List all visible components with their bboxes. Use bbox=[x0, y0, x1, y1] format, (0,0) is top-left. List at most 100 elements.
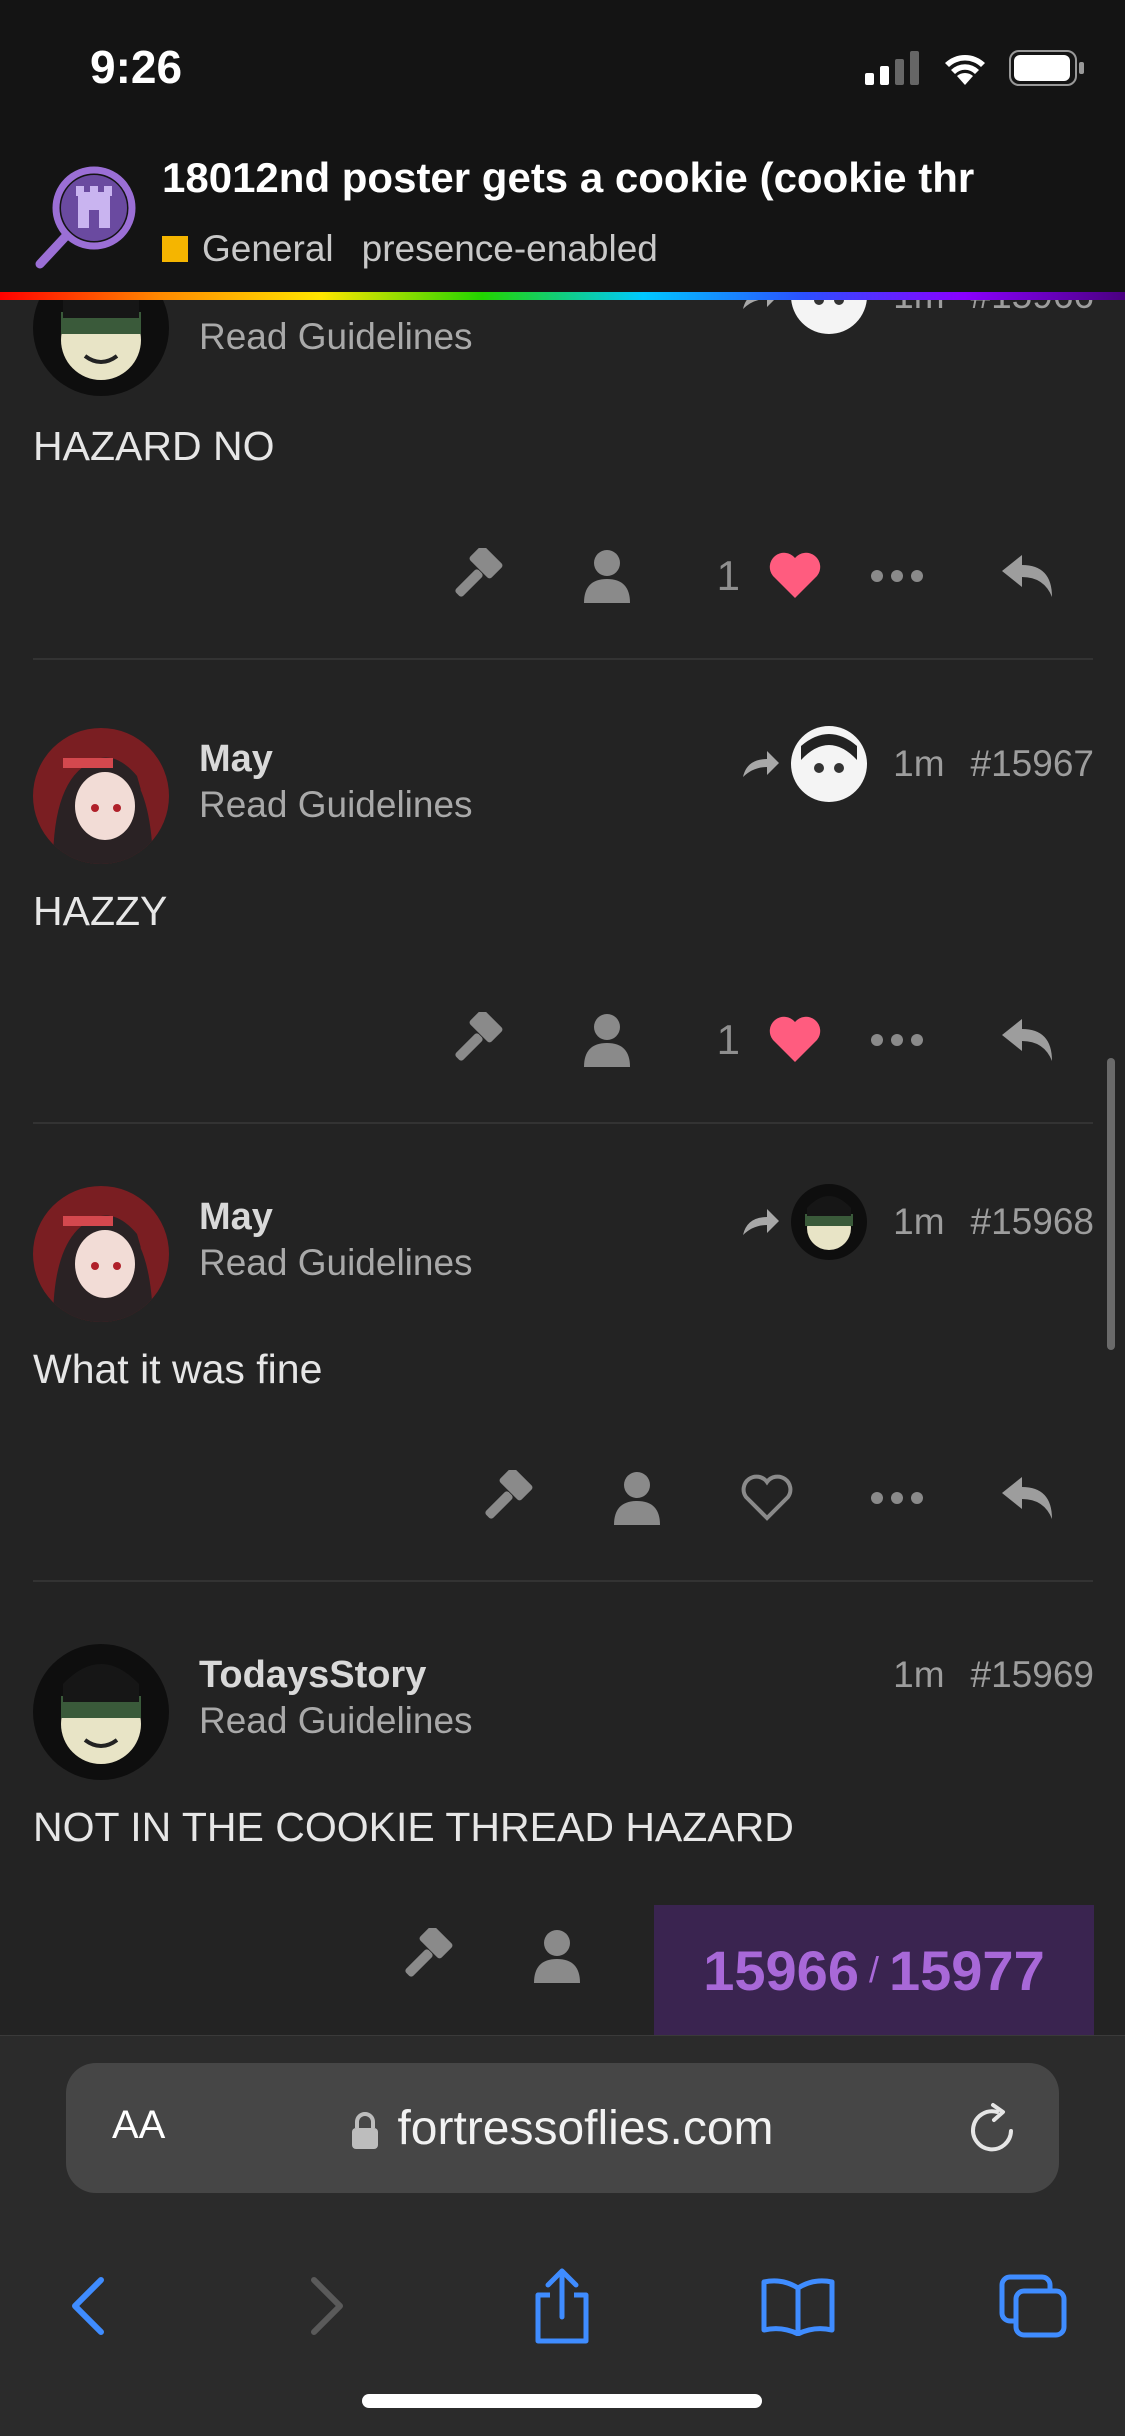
ellipsis-icon bbox=[871, 1034, 923, 1046]
timeline-separator: / bbox=[868, 1949, 879, 1990]
timeline-counter-button[interactable]: 15966 / 15977 bbox=[654, 1905, 1094, 2035]
post-meta: 1m #15967 bbox=[741, 726, 1094, 802]
post-divider bbox=[33, 658, 1093, 660]
user-button[interactable] bbox=[542, 1000, 672, 1080]
like-button[interactable] bbox=[702, 1458, 832, 1538]
address-bar[interactable]: AA fortressoflies.com bbox=[66, 2063, 1059, 2193]
category-badge[interactable]: General bbox=[162, 228, 334, 270]
post-username[interactable]: May bbox=[199, 1196, 273, 1239]
user-icon bbox=[584, 550, 630, 603]
like-count[interactable]: 1 bbox=[717, 1016, 740, 1064]
post-body: What it was fine bbox=[33, 1346, 323, 1392]
user-button[interactable] bbox=[542, 536, 672, 616]
status-icons bbox=[865, 50, 1085, 86]
user-button[interactable] bbox=[572, 1458, 702, 1538]
topic-meta: General presence-enabled bbox=[162, 228, 658, 270]
tabs-icon bbox=[999, 2274, 1067, 2338]
post-username[interactable]: May bbox=[199, 738, 273, 781]
more-options-button[interactable] bbox=[832, 536, 962, 616]
post-age[interactable]: 1m bbox=[893, 743, 944, 785]
moderator-hammer-button[interactable] bbox=[442, 1458, 572, 1538]
home-indicator[interactable] bbox=[362, 2394, 762, 2408]
ellipsis-icon bbox=[871, 570, 923, 582]
post-meta: 1m #15966 bbox=[741, 300, 1094, 334]
hammer-icon bbox=[485, 1470, 533, 1519]
lock-icon bbox=[352, 2112, 379, 2150]
avatar[interactable] bbox=[33, 300, 169, 396]
reply-button[interactable] bbox=[962, 536, 1092, 616]
reload-icon[interactable] bbox=[967, 2101, 1019, 2155]
reply-button[interactable] bbox=[962, 1458, 1092, 1538]
post: Read Guidelines 1m #15966 HAZARD NO 1 bbox=[0, 300, 1125, 660]
category-label: General bbox=[202, 228, 334, 269]
site-logo-castle-magnifier-icon[interactable] bbox=[32, 160, 142, 270]
post-number[interactable]: #15969 bbox=[971, 1654, 1094, 1696]
heart-filled-icon bbox=[769, 552, 821, 598]
post-age[interactable]: 1m bbox=[893, 1201, 944, 1243]
timeline-total-posts: 15977 bbox=[889, 1938, 1045, 2002]
forward-button[interactable] bbox=[283, 2266, 373, 2346]
post-meta: 1m #15968 bbox=[741, 1184, 1094, 1260]
user-button[interactable] bbox=[492, 1916, 622, 1996]
tabs-button[interactable] bbox=[988, 2266, 1078, 2346]
post-username[interactable]: TodaysStory bbox=[199, 1654, 426, 1697]
reply-arrow-icon bbox=[1002, 1019, 1052, 1061]
browser-nav-bar bbox=[0, 2236, 1125, 2376]
reply-to-arrow-icon bbox=[743, 751, 780, 777]
avatar[interactable] bbox=[33, 1644, 169, 1780]
moderator-hammer-button[interactable] bbox=[412, 1000, 542, 1080]
post-body: NOT IN THE COOKIE THREAD HAZARD bbox=[33, 1804, 794, 1850]
post-user-title: Read Guidelines bbox=[199, 1242, 473, 1283]
post-user-title: Read Guidelines bbox=[199, 784, 473, 825]
moderator-hammer-button[interactable] bbox=[362, 1916, 492, 1996]
back-button[interactable] bbox=[42, 2266, 132, 2346]
more-options-button[interactable] bbox=[832, 1458, 962, 1538]
post: May Read Guidelines 1m #15968 What it wa… bbox=[0, 1128, 1125, 1588]
avatar[interactable] bbox=[33, 1186, 169, 1322]
reply-to-indicator[interactable] bbox=[741, 726, 868, 802]
reply-button[interactable] bbox=[962, 1000, 1092, 1080]
ellipsis-icon bbox=[871, 1492, 923, 1504]
heart-filled-icon bbox=[769, 1016, 821, 1062]
header-rainbow-divider bbox=[0, 292, 1125, 300]
wifi-icon bbox=[945, 55, 985, 85]
browser-toolbar: AA fortressoflies.com bbox=[0, 2035, 1125, 2436]
category-color-square bbox=[162, 236, 188, 262]
post-user-title: Read Guidelines bbox=[199, 1700, 473, 1741]
hammer-icon bbox=[455, 548, 503, 597]
post-body: HAZARD NO bbox=[33, 423, 275, 469]
status-time: 9:26 bbox=[90, 41, 183, 93]
reply-arrow-icon bbox=[1002, 1477, 1052, 1519]
topic-tag[interactable]: presence-enabled bbox=[362, 228, 658, 270]
like-count[interactable]: 1 bbox=[717, 552, 740, 600]
moderator-hammer-button[interactable] bbox=[412, 536, 542, 616]
chevron-right-icon bbox=[311, 2277, 343, 2335]
scroll-indicator[interactable] bbox=[1107, 1058, 1115, 1350]
reply-to-avatar bbox=[791, 726, 868, 802]
topic-title[interactable]: 18012nd poster gets a cookie (cookie thr bbox=[162, 154, 1092, 202]
post-actions: 1 bbox=[412, 536, 1092, 616]
reply-to-indicator[interactable] bbox=[741, 300, 868, 334]
share-button[interactable] bbox=[517, 2266, 607, 2346]
post-actions: 1 bbox=[412, 1000, 1092, 1080]
post-number[interactable]: #15968 bbox=[971, 1201, 1094, 1243]
like-button[interactable]: 1 bbox=[672, 1016, 832, 1064]
post-age[interactable]: 1m bbox=[893, 300, 944, 317]
bookmarks-button[interactable] bbox=[753, 2266, 843, 2346]
post-number[interactable]: #15966 bbox=[971, 300, 1094, 317]
avatar[interactable] bbox=[33, 728, 169, 864]
post-age[interactable]: 1m bbox=[893, 1654, 944, 1696]
chevron-left-icon bbox=[72, 2277, 104, 2335]
more-options-button[interactable] bbox=[832, 1000, 962, 1080]
post-stream: Read Guidelines 1m #15966 HAZARD NO 1 bbox=[0, 300, 1125, 2035]
post: May Read Guidelines 1m #15967 HAZZY 1 bbox=[0, 670, 1125, 1130]
timeline-current-post: 15966 bbox=[703, 1938, 859, 2002]
post-number[interactable]: #15967 bbox=[971, 743, 1094, 785]
like-button[interactable]: 1 bbox=[672, 552, 832, 600]
reply-to-arrow-icon bbox=[743, 300, 775, 309]
reply-to-indicator[interactable] bbox=[741, 1184, 868, 1260]
reply-to-avatar bbox=[791, 300, 868, 334]
url-display[interactable]: fortressoflies.com bbox=[66, 2101, 1059, 2156]
post-actions bbox=[442, 1458, 1092, 1538]
post-divider bbox=[33, 1122, 1093, 1124]
